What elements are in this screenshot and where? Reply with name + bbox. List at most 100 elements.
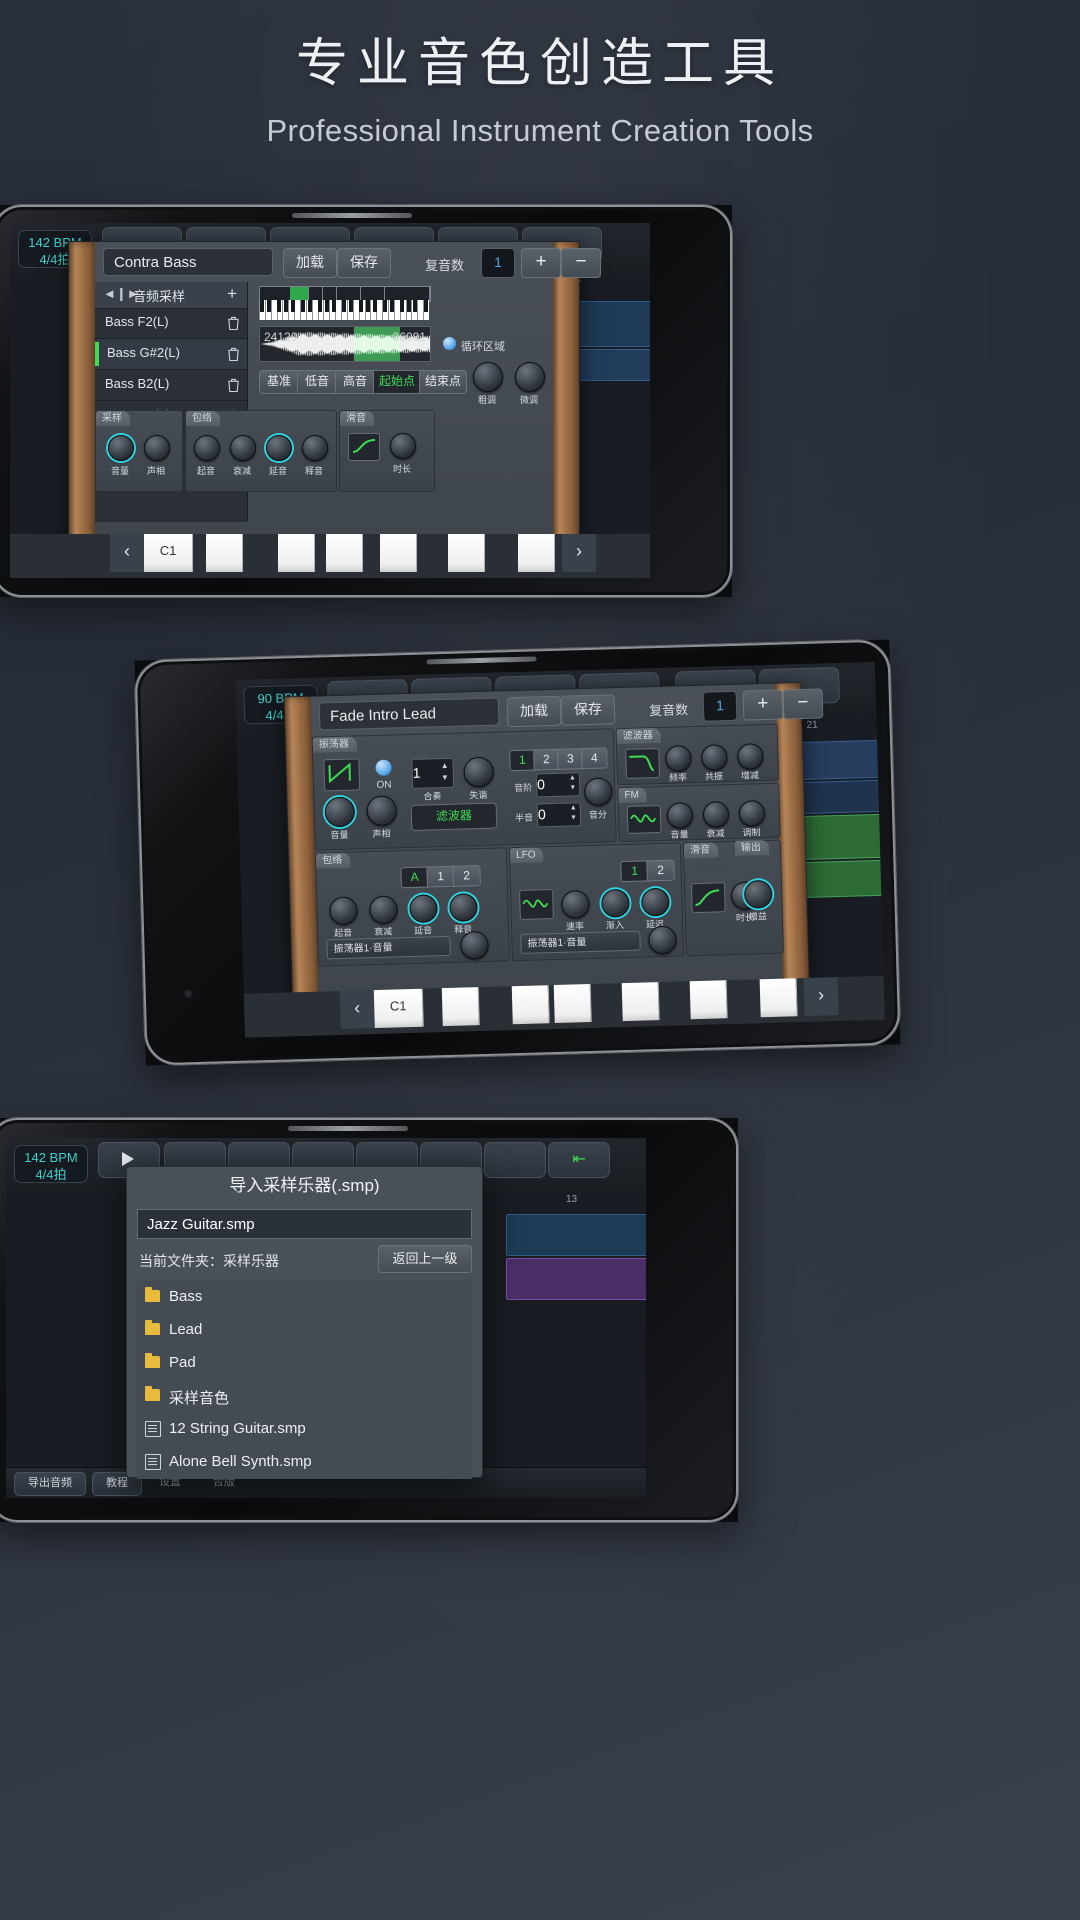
lfo-fadein-knob[interactable] bbox=[601, 889, 630, 918]
piano-black-key[interactable] bbox=[413, 300, 417, 312]
env-sustain-knob[interactable] bbox=[266, 435, 292, 461]
list-item[interactable]: Pad bbox=[137, 1347, 472, 1381]
polyphony-plus-button[interactable]: + bbox=[521, 248, 561, 278]
add-sample-button[interactable]: + bbox=[227, 284, 237, 304]
list-item[interactable]: Lead bbox=[137, 1314, 472, 1348]
fm-volume-knob[interactable] bbox=[667, 802, 694, 829]
lfo-tab-2[interactable]: 2 bbox=[646, 860, 675, 882]
keyboard-key[interactable] bbox=[512, 985, 550, 1024]
export-audio-button[interactable]: 导出音频 bbox=[14, 1472, 86, 1496]
chevron-up-down-icon[interactable]: ▲▼ bbox=[570, 803, 577, 823]
table-row[interactable]: Bass G#2(L) bbox=[95, 339, 247, 370]
piano-black-key[interactable] bbox=[284, 300, 288, 312]
glide-shape-button[interactable] bbox=[691, 882, 726, 913]
segment-button-high[interactable]: 高音 bbox=[335, 370, 375, 394]
octave-stepper[interactable]: 0 ▲▼ bbox=[536, 772, 581, 797]
piano-black-key[interactable] bbox=[373, 300, 377, 312]
env-tab-1[interactable]: 1 bbox=[426, 866, 455, 888]
keyboard-key[interactable] bbox=[518, 534, 555, 572]
env-tab-a[interactable]: A bbox=[400, 866, 429, 888]
waveform-display[interactable]: 24120 36081 bbox=[259, 326, 431, 362]
lfo-delay-knob[interactable] bbox=[641, 888, 670, 917]
env-decay-knob[interactable] bbox=[230, 435, 256, 461]
piano-black-key[interactable] bbox=[318, 300, 322, 312]
filter-freq-knob[interactable] bbox=[665, 745, 692, 772]
osc-on-led[interactable] bbox=[375, 759, 391, 775]
delete-icon[interactable] bbox=[227, 377, 240, 393]
output-gain-knob[interactable] bbox=[744, 880, 773, 909]
detune-knob[interactable] bbox=[463, 757, 494, 788]
table-row[interactable]: Bass F2(L) bbox=[95, 308, 247, 339]
fm-mod-knob[interactable] bbox=[739, 800, 766, 827]
keyboard-key[interactable] bbox=[622, 982, 660, 1021]
octave-next-button[interactable]: › bbox=[804, 977, 839, 1016]
fm-decay-knob[interactable] bbox=[703, 801, 730, 828]
octave-prev-button[interactable]: ‹ bbox=[340, 990, 375, 1029]
keyboard-key-c1[interactable]: C1 bbox=[374, 989, 424, 1028]
semitone-stepper[interactable]: 0 ▲▼ bbox=[537, 802, 582, 827]
piano-black-key[interactable] bbox=[267, 300, 271, 312]
filter-shape-button[interactable] bbox=[625, 748, 660, 779]
osc-tab-1[interactable]: 1 bbox=[509, 749, 536, 771]
keyboard-key[interactable] bbox=[760, 978, 798, 1017]
segment-button-start[interactable]: 起始点 bbox=[373, 370, 421, 394]
piano-black-key[interactable] bbox=[260, 300, 264, 312]
keyboard-key[interactable] bbox=[448, 534, 485, 572]
piano-black-key[interactable] bbox=[277, 300, 281, 312]
piano-black-key[interactable] bbox=[291, 300, 295, 312]
list-item[interactable]: 采样音色 bbox=[137, 1380, 472, 1414]
fm-shape-button[interactable] bbox=[627, 805, 662, 834]
loop-region-toggle[interactable] bbox=[443, 337, 456, 350]
env2-sustain-knob[interactable] bbox=[409, 894, 438, 923]
env-attack-knob[interactable] bbox=[194, 435, 220, 461]
piano-black-key[interactable] bbox=[301, 300, 305, 312]
piano-keyboard-1[interactable]: ‹ C1 › bbox=[10, 534, 650, 578]
keyboard-key[interactable] bbox=[206, 534, 243, 572]
piano-black-key[interactable] bbox=[359, 300, 363, 312]
list-item[interactable]: Bass bbox=[137, 1281, 472, 1315]
piano-black-key[interactable] bbox=[390, 300, 394, 312]
keyboard-key[interactable] bbox=[278, 534, 315, 572]
unison-stepper[interactable]: 1 ▲▼ bbox=[411, 758, 454, 789]
delete-icon[interactable] bbox=[227, 315, 240, 331]
fine-tune-knob[interactable] bbox=[515, 362, 545, 392]
piano-black-key[interactable] bbox=[325, 300, 329, 312]
segment-button-low[interactable]: 低音 bbox=[297, 370, 337, 394]
keyboard-key-c1[interactable]: C1 bbox=[144, 534, 193, 572]
env-release-knob[interactable] bbox=[302, 435, 328, 461]
osc-waveform-button[interactable] bbox=[323, 758, 360, 791]
piano-black-key[interactable] bbox=[342, 300, 346, 312]
piano-black-key[interactable] bbox=[332, 300, 336, 312]
glide-shape-button[interactable] bbox=[348, 433, 380, 461]
keyboard-key[interactable] bbox=[326, 534, 363, 572]
piano-black-key[interactable] bbox=[424, 300, 428, 312]
bpm-display[interactable]: 142 BPM 4/4拍 bbox=[14, 1145, 88, 1183]
piano-black-key[interactable] bbox=[383, 300, 387, 312]
keyboard-key[interactable] bbox=[554, 984, 592, 1023]
osc-volume-knob[interactable] bbox=[324, 797, 355, 828]
save-button[interactable]: 保存 bbox=[561, 694, 616, 725]
segment-button-end[interactable]: 结束点 bbox=[419, 370, 467, 394]
env2-attack-knob[interactable] bbox=[329, 896, 358, 925]
piano-black-key[interactable] bbox=[349, 300, 353, 312]
piano-keys-strip[interactable] bbox=[259, 300, 429, 320]
lfo-shape-button[interactable] bbox=[519, 889, 554, 920]
list-item[interactable]: 12 String Guitar.smp bbox=[137, 1413, 472, 1447]
keyboard-key[interactable] bbox=[442, 987, 480, 1026]
octave-next-button[interactable]: › bbox=[562, 534, 596, 572]
polyphony-plus-button[interactable]: + bbox=[743, 690, 784, 721]
osc-tab-4[interactable]: 4 bbox=[581, 747, 608, 769]
chevron-up-down-icon[interactable]: ▲▼ bbox=[440, 760, 449, 784]
lfo-target-select[interactable]: 振荡器1·音量 bbox=[520, 931, 641, 954]
keyboard-key[interactable] bbox=[690, 980, 728, 1019]
coarse-tune-knob[interactable] bbox=[473, 362, 503, 392]
env-target-select[interactable]: 振荡器1·音量 bbox=[326, 936, 451, 959]
instrument-name-input[interactable]: Fade Intro Lead bbox=[319, 697, 500, 730]
glide-time-knob[interactable] bbox=[390, 433, 416, 459]
sample-volume-knob[interactable] bbox=[108, 435, 134, 461]
cents-knob[interactable] bbox=[584, 777, 613, 806]
list-item[interactable]: Alone Bell Synth.smp bbox=[137, 1446, 472, 1479]
filter-route-button[interactable]: 滤波器 bbox=[411, 803, 498, 831]
load-button[interactable]: 加载 bbox=[283, 248, 337, 278]
octave-prev-button[interactable]: ‹ bbox=[110, 534, 144, 572]
